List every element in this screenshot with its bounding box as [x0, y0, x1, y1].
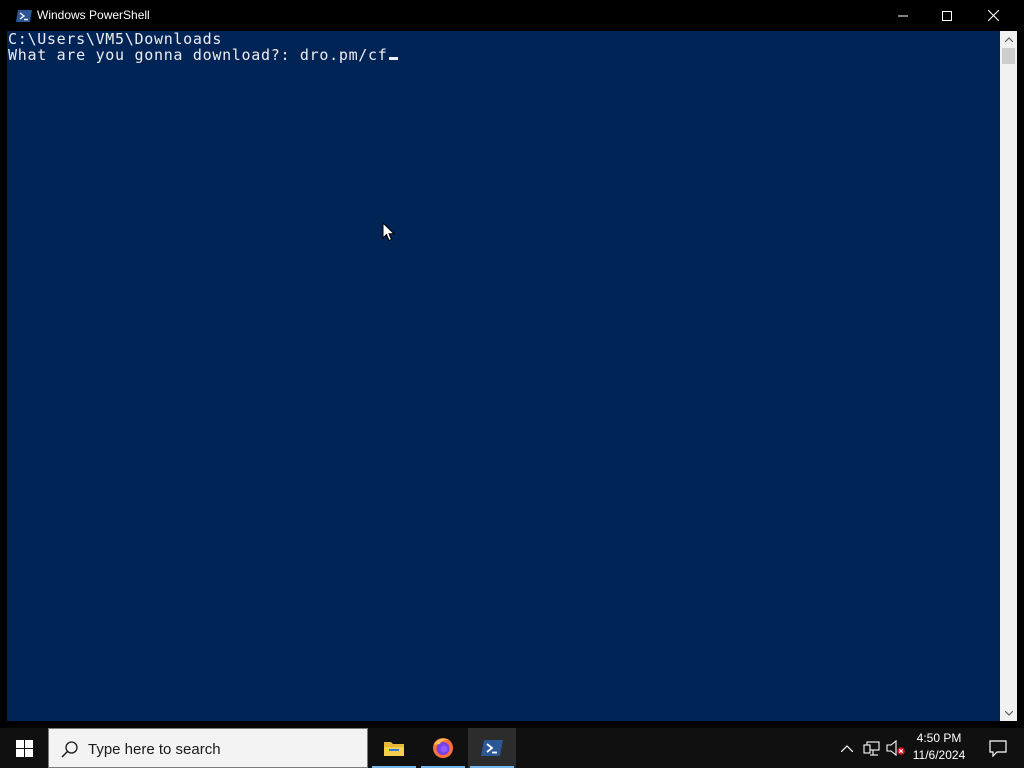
volume-muted-icon[interactable] [885, 738, 905, 758]
clock-date: 11/6/2024 [912, 748, 966, 762]
taskbar-firefox[interactable] [419, 728, 467, 768]
window-frame-right [1017, 31, 1024, 728]
powershell-window: Windows PowerShell C:\Users\VM5\Download… [0, 0, 1024, 728]
search-placeholder: Type here to search [88, 741, 221, 758]
vertical-scrollbar[interactable] [1000, 31, 1017, 721]
clock-time: 4:50 PM [916, 731, 962, 745]
text-cursor [388, 57, 398, 60]
taskbar-search-box[interactable]: Type here to search [48, 728, 368, 768]
scroll-up-icon[interactable] [1000, 31, 1017, 47]
scroll-down-icon[interactable] [1000, 705, 1017, 721]
taskbar-powershell[interactable] [468, 728, 516, 768]
console-prompt-text: What are you gonna download?: dro.pm/cf [8, 46, 388, 64]
search-icon [61, 740, 79, 762]
taskbar-file-explorer[interactable] [370, 728, 418, 768]
minimize-button[interactable] [880, 0, 926, 31]
close-button[interactable] [970, 0, 1016, 31]
network-icon[interactable] [861, 738, 881, 758]
notification-center-icon[interactable] [978, 728, 1018, 768]
mouse-pointer-icon [382, 221, 396, 242]
maximize-button[interactable] [924, 0, 970, 31]
chevron-up-icon[interactable] [838, 738, 856, 758]
title-bar[interactable]: Windows PowerShell [0, 0, 1024, 31]
taskbar: Type here to search 4:50 PM 11/6/2024 [0, 728, 1024, 768]
window-frame-bottom [0, 721, 1024, 728]
start-button[interactable] [0, 728, 48, 768]
powershell-icon [16, 8, 32, 22]
file-explorer-icon [384, 742, 404, 756]
system-clock[interactable]: 4:50 PM 11/6/2024 [906, 730, 972, 766]
console-line-prompt[interactable]: What are you gonna download?: dro.pm/cf [8, 47, 398, 63]
console-line-path: C:\Users\VM5\Downloads [8, 31, 223, 48]
firefox-icon [433, 738, 453, 758]
window-title: Windows PowerShell [37, 8, 150, 22]
windows-logo-icon [15, 739, 33, 757]
powershell-icon [481, 740, 503, 756]
scroll-thumb[interactable] [1002, 48, 1015, 64]
console-area[interactable]: C:\Users\VM5\Downloads What are you gonn… [7, 31, 1000, 721]
